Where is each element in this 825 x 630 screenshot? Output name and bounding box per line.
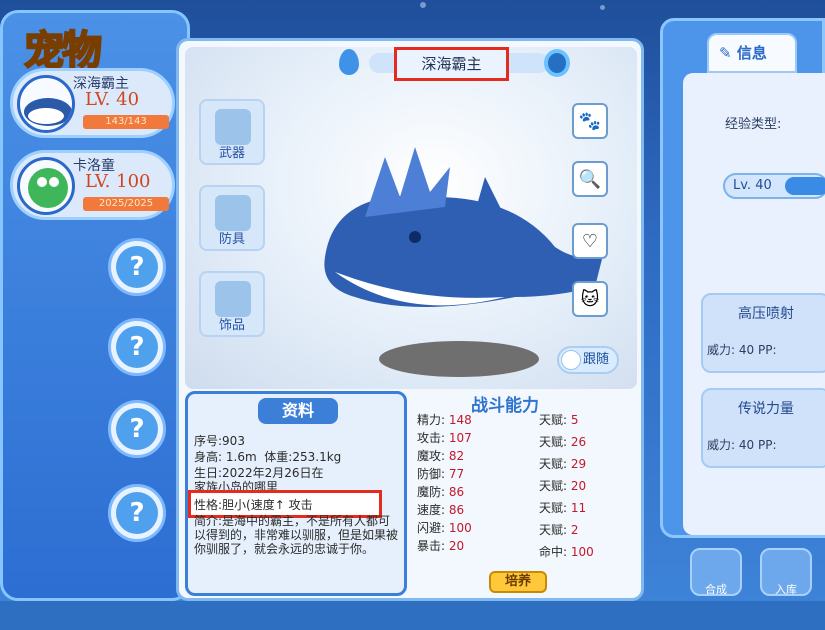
talent-row: 天赋: 20 <box>539 479 587 493</box>
water-element-icon <box>544 49 570 77</box>
storage-button[interactable]: 入库 <box>760 548 812 596</box>
skill-card[interactable]: 高压喷射 威力: 40 PP: <box>701 293 825 373</box>
nature-row: 性格:胆小(速度↑ 攻击 <box>194 498 313 512</box>
stat-row: 防御: 77 <box>417 467 465 481</box>
info-panel: 资料 序号:903 身高: 1.6m 体重:253.1kg 生日:2022年2月… <box>185 391 407 596</box>
equip-armor-slot[interactable]: 防具 <box>199 185 265 251</box>
talent-row: 天赋: 5 <box>539 413 579 427</box>
pet-hp-bar: 143/143 <box>83 115 169 129</box>
talent-row: 天赋: 2 <box>539 523 579 537</box>
skill-power: 威力: 40 PP: <box>707 438 777 452</box>
sword-icon <box>215 109 251 145</box>
heart-icon[interactable]: ♡ <box>572 223 608 259</box>
whale-avatar-icon <box>17 75 75 133</box>
pet-card-2[interactable]: 卡洛童 LV. 100 2025/2025 <box>10 150 175 220</box>
pet-level: LV. 100 <box>85 171 151 192</box>
armor-icon <box>215 195 251 231</box>
level-bar: Lv. 40 <box>723 173 825 199</box>
height-weight-row: 身高: 1.6m 体重:253.1kg <box>194 450 342 464</box>
train-button[interactable]: 培养 <box>489 571 547 593</box>
water-drop-icon <box>339 49 359 75</box>
green-pet-avatar-icon <box>17 157 75 215</box>
stat-row: 速度: 86 <box>417 503 465 517</box>
cat-icon[interactable]: 🐱 <box>572 281 608 317</box>
empty-pet-slot[interactable]: ? <box>108 238 166 296</box>
exp-type-label: 经验类型: <box>725 117 782 132</box>
stats-header: 战斗能力 <box>471 396 539 416</box>
question-icon: ? <box>116 326 158 368</box>
empty-pet-slot[interactable]: ? <box>108 318 166 376</box>
magnify-icon[interactable]: 🔍 <box>572 161 608 197</box>
edit-icon: ✎ <box>719 44 732 62</box>
stat-row: 精力: 148 <box>417 413 472 427</box>
id-row: 序号:903 <box>194 434 245 448</box>
talent-row: 天赋: 11 <box>539 501 587 515</box>
pet-hp-bar: 2025/2025 <box>83 197 169 211</box>
pet-detail-panel: 深海霸主 武器 防具 饰品 🐾 🔍 ♡ 🐱 跟随 资料 序号:903 身高: 1… <box>176 38 644 601</box>
follow-label: 跟随 <box>582 352 609 367</box>
question-icon: ? <box>116 246 158 288</box>
stat-row: 攻击: 107 <box>417 431 472 445</box>
skill-name: 传说力量 <box>738 401 794 417</box>
talent-row: 天赋: 26 <box>539 435 587 449</box>
pet-shadow <box>379 341 539 377</box>
pet-title-name: 深海霸主 <box>394 47 509 81</box>
empty-pet-slot[interactable]: ? <box>108 400 166 458</box>
info-content: 经验类型: Lv. 40 高压喷射 威力: 40 PP: 传说力量 威力: 40… <box>683 73 825 535</box>
battle-stats: 战斗能力 精力: 148 攻击: 107 魔攻: 82 防御: 77 魔防: 8… <box>411 391 636 596</box>
combine-button[interactable]: 合成 <box>690 548 742 596</box>
level-text: Lv. 40 <box>733 178 772 193</box>
level-fill <box>785 177 825 195</box>
pet-card-1[interactable]: 深海霸主 LV. 40 143/143 <box>10 68 175 138</box>
empty-pet-slot[interactable]: ? <box>108 484 166 542</box>
ring-icon <box>215 281 251 317</box>
talent-row: 天赋: 29 <box>539 457 587 471</box>
description: 简介:是海中的霸主，不是所有人都可以得到的，非常难以驯服，但是如果被你驯服了，就… <box>194 514 399 556</box>
skill-power: 威力: 40 PP: <box>707 343 777 357</box>
info-header: 资料 <box>258 398 338 424</box>
portrait-icon[interactable]: 🐾 <box>572 103 608 139</box>
skill-name: 高压喷射 <box>738 306 794 322</box>
stat-row: 魔攻: 82 <box>417 449 465 463</box>
question-icon: ? <box>116 492 158 534</box>
armor-label: 防具 <box>218 232 245 247</box>
equip-weapon-slot[interactable]: 武器 <box>199 99 265 165</box>
stat-row: 魔防: 86 <box>417 485 465 499</box>
skill-card[interactable]: 传说力量 威力: 40 PP: <box>701 388 825 468</box>
info-side-panel: ✎ 信息 经验类型: Lv. 40 高压喷射 威力: 40 PP: 传说力量 威… <box>660 18 825 538</box>
stat-row: 暴击: 20 <box>417 539 465 553</box>
stat-row: 闪避: 100 <box>417 521 472 535</box>
toggle-knob <box>561 350 581 370</box>
tab-info[interactable]: ✎ 信息 <box>707 33 797 73</box>
question-icon: ? <box>116 408 158 450</box>
hit-row: 命中: 100 <box>539 545 594 559</box>
accessory-label: 饰品 <box>218 318 245 333</box>
weapon-label: 武器 <box>218 146 245 161</box>
follow-toggle[interactable]: 跟随 <box>557 346 619 374</box>
equip-accessory-slot[interactable]: 饰品 <box>199 271 265 337</box>
pet-level: LV. 40 <box>85 89 140 110</box>
